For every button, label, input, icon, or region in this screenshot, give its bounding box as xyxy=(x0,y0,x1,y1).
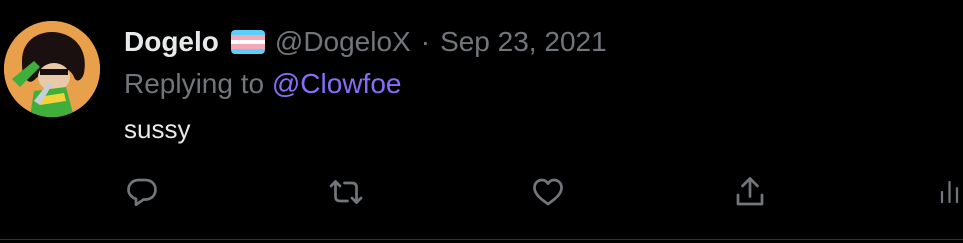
share-button[interactable] xyxy=(730,172,770,212)
heart-icon xyxy=(530,174,566,210)
retweet-button[interactable] xyxy=(326,172,366,212)
share-icon xyxy=(732,174,768,210)
transgender-flag-icon xyxy=(230,30,265,54)
tweet[interactable]: Dogelo @DogeloX · Sep 23, 2021 Replying … xyxy=(0,0,963,243)
reply-button[interactable] xyxy=(122,172,162,212)
analytics-icon xyxy=(937,174,963,210)
tweet-divider xyxy=(0,239,963,240)
analytics-button[interactable] xyxy=(932,172,963,212)
like-button[interactable] xyxy=(528,172,568,212)
user-handle[interactable]: @DogeloX xyxy=(275,26,411,58)
tweet-text: sussy xyxy=(124,114,191,144)
display-name[interactable]: Dogelo xyxy=(124,26,219,58)
replying-to-mention[interactable]: @Clowfoe xyxy=(272,68,402,99)
separator-dot: · xyxy=(420,26,431,57)
avatar[interactable] xyxy=(4,21,100,117)
reply-icon xyxy=(124,174,160,210)
tweet-header: Dogelo @DogeloX · Sep 23, 2021 xyxy=(124,24,607,60)
replying-to-label: Replying to xyxy=(124,68,265,99)
tweet-date[interactable]: Sep 23, 2021 xyxy=(440,26,607,58)
retweet-icon xyxy=(327,174,365,210)
replying-to-line: Replying to @Clowfoe xyxy=(124,68,401,100)
